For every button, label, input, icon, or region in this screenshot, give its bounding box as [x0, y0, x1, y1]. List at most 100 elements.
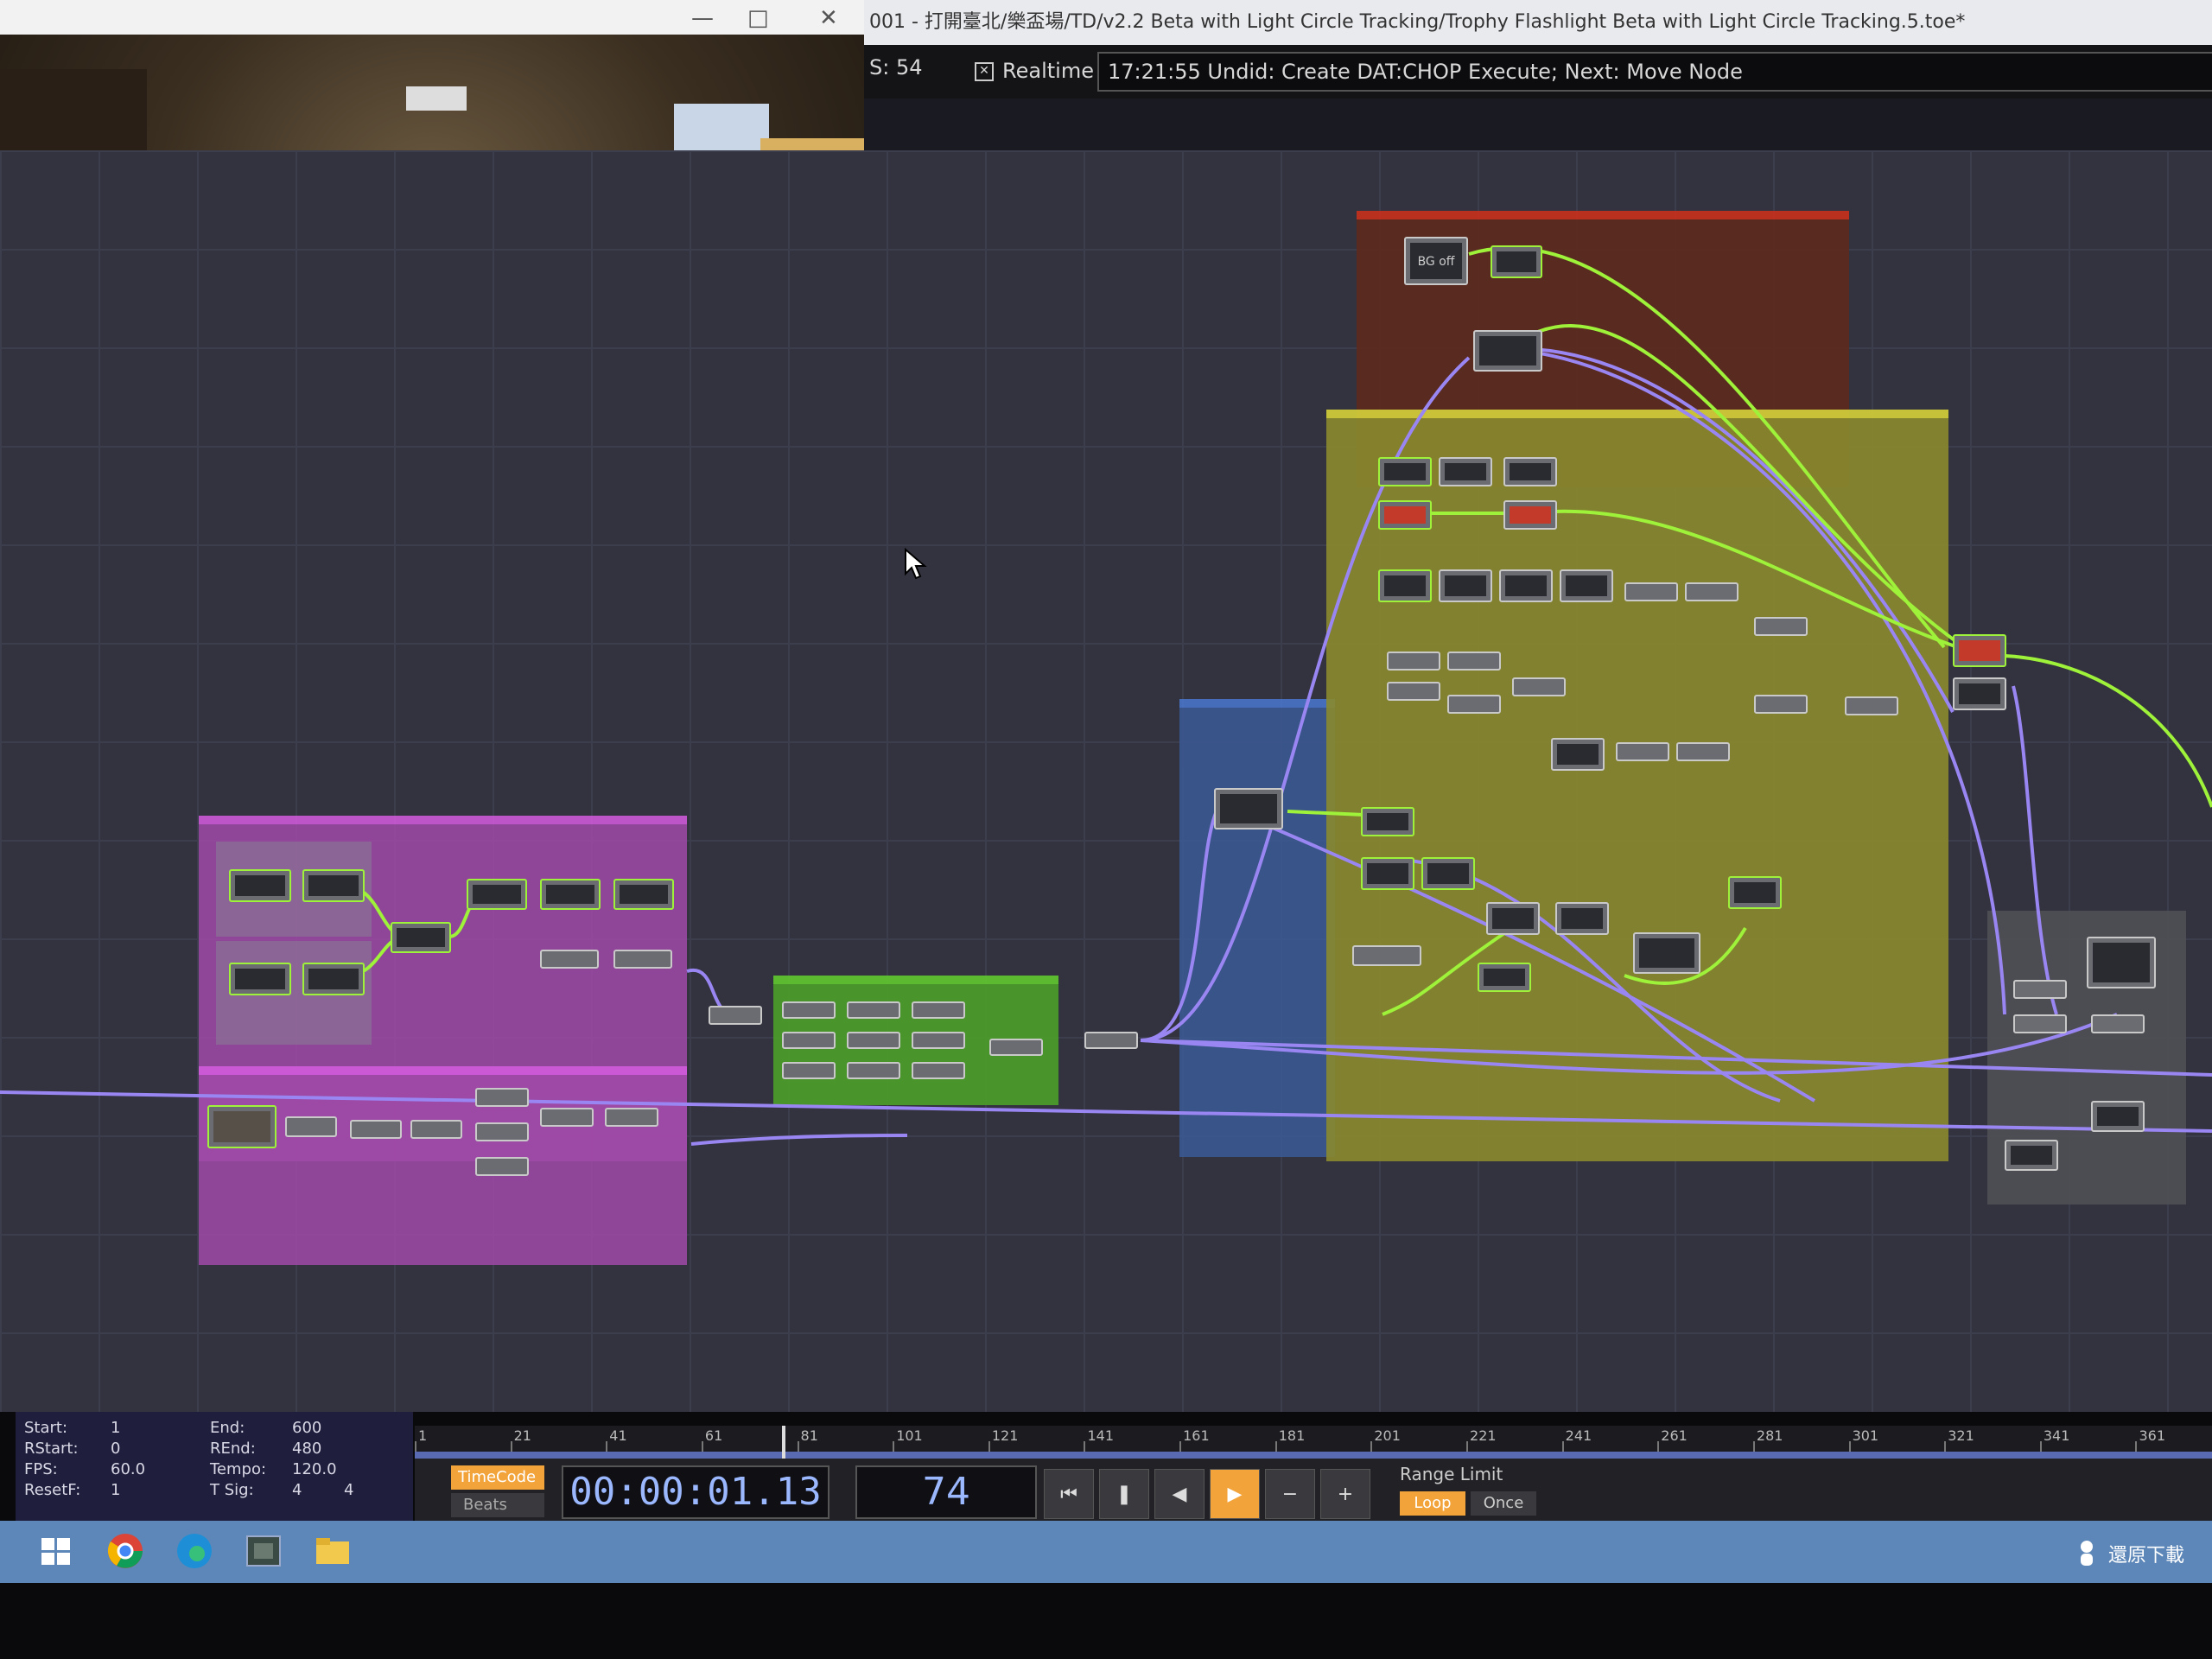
resetf-value[interactable]: 1	[111, 1481, 120, 1499]
operator-node[interactable]	[709, 1006, 762, 1025]
operator-node[interactable]	[1378, 569, 1432, 602]
start-value[interactable]: 1	[111, 1419, 120, 1437]
edge-icon[interactable]	[173, 1529, 216, 1573]
operator-node[interactable]	[1486, 902, 1540, 935]
operator-node[interactable]	[1378, 457, 1432, 486]
operator-node[interactable]	[1503, 500, 1557, 530]
operator-node[interactable]	[475, 1088, 529, 1107]
step-back-button[interactable]: −	[1265, 1469, 1315, 1519]
end-value[interactable]: 600	[292, 1419, 321, 1437]
touchdesigner-icon[interactable]	[242, 1529, 285, 1573]
operator-node[interactable]	[613, 879, 674, 910]
loop-button[interactable]: Loop	[1400, 1491, 1465, 1516]
operator-node[interactable]	[1728, 876, 1782, 909]
chrome-icon[interactable]	[104, 1529, 147, 1573]
operator-node[interactable]	[1447, 695, 1501, 714]
operator-node[interactable]	[912, 1001, 965, 1019]
playhead[interactable]	[782, 1426, 785, 1460]
operator-node[interactable]	[475, 1122, 529, 1141]
operator-node[interactable]	[1439, 457, 1492, 486]
operator-node[interactable]	[1473, 330, 1542, 372]
operator-node[interactable]	[1361, 807, 1414, 836]
operator-node[interactable]	[847, 1062, 900, 1079]
step-forward-button[interactable]: +	[1320, 1469, 1370, 1519]
operator-node[interactable]	[2091, 1101, 2145, 1132]
operator-node[interactable]	[229, 963, 291, 995]
operator-node[interactable]	[302, 963, 365, 995]
rewind-button[interactable]: ⏮	[1044, 1469, 1094, 1519]
operator-node[interactable]	[2013, 1014, 2067, 1033]
operator-node[interactable]	[467, 879, 527, 910]
operator-node[interactable]	[285, 1116, 337, 1137]
operator-node[interactable]	[1560, 569, 1613, 602]
operator-node[interactable]	[2013, 980, 2067, 999]
operator-node[interactable]	[1378, 500, 1432, 530]
operator-node[interactable]	[540, 879, 601, 910]
timecode-mode-button[interactable]: TimeCode	[451, 1465, 544, 1490]
operator-node[interactable]	[1685, 582, 1738, 601]
camera-input-node[interactable]	[207, 1105, 276, 1148]
operator-node[interactable]	[1439, 569, 1492, 602]
person-icon[interactable]	[2074, 1529, 2100, 1573]
operator-node[interactable]	[540, 1108, 594, 1127]
fps-value[interactable]: 60.0	[111, 1460, 145, 1478]
tsig-value-b[interactable]: 4	[344, 1481, 353, 1499]
operator-node[interactable]	[1616, 742, 1669, 761]
rend-value[interactable]: 480	[292, 1440, 321, 1458]
minimize-icon[interactable]: —	[691, 5, 714, 31]
stop-button[interactable]: ❚	[1099, 1469, 1149, 1519]
operator-node[interactable]	[1387, 652, 1440, 671]
rstart-value[interactable]: 0	[111, 1440, 120, 1458]
operator-node[interactable]	[1555, 902, 1609, 935]
operator-node[interactable]	[1499, 569, 1553, 602]
operator-node[interactable]	[912, 1062, 965, 1079]
timecode-display[interactable]: 00:00:01.13	[562, 1465, 830, 1519]
operator-node[interactable]	[229, 869, 291, 902]
maximize-icon[interactable]: □	[747, 5, 769, 31]
beats-mode-button[interactable]: Beats	[451, 1493, 544, 1517]
operator-node[interactable]	[1361, 857, 1414, 890]
operator-node[interactable]	[782, 1032, 836, 1049]
windows-start-icon[interactable]	[35, 1529, 78, 1573]
file-explorer-icon[interactable]	[311, 1529, 354, 1573]
operator-node[interactable]	[1754, 695, 1808, 714]
operator-node[interactable]	[410, 1120, 462, 1139]
operator-node[interactable]	[540, 950, 599, 969]
operator-node[interactable]	[2005, 1140, 2058, 1171]
timeline-ruler[interactable]: 1 21 41 61 81 101 121 141 161 181 201 221 241 261 281 3…	[415, 1426, 2212, 1452]
play-button[interactable]: ▶	[1210, 1469, 1260, 1519]
operator-node[interactable]	[847, 1032, 900, 1049]
realtime-toggle[interactable]: ✕ Realtime	[975, 54, 1108, 88]
operator-node[interactable]	[475, 1157, 529, 1176]
operator-node[interactable]	[847, 1001, 900, 1019]
bg-off-node[interactable]: BG off	[1404, 237, 1468, 285]
operator-node[interactable]	[1478, 963, 1531, 992]
operator-node[interactable]	[2087, 937, 2156, 988]
tray-text[interactable]: 還原下載	[2108, 1540, 2184, 1567]
operator-node[interactable]	[613, 950, 672, 969]
network-editor[interactable]: BG off	[0, 150, 2212, 1412]
frame-display[interactable]: 74	[855, 1465, 1037, 1519]
operator-node[interactable]	[391, 922, 451, 953]
operator-node[interactable]	[1512, 677, 1566, 696]
operator-node[interactable]	[1845, 696, 1898, 715]
operator-node[interactable]	[1084, 1032, 1138, 1049]
timeline-range-bar[interactable]	[415, 1452, 2212, 1459]
tsig-value-a[interactable]: 4	[292, 1481, 302, 1499]
operator-node[interactable]	[1953, 677, 2006, 710]
operator-node[interactable]	[1491, 245, 1542, 278]
operator-node[interactable]	[1421, 857, 1475, 890]
operator-node[interactable]	[912, 1032, 965, 1049]
operator-node[interactable]	[1624, 582, 1678, 601]
tempo-value[interactable]: 120.0	[292, 1460, 337, 1478]
play-reverse-button[interactable]: ◀	[1154, 1469, 1205, 1519]
operator-node[interactable]	[1551, 738, 1605, 771]
once-button[interactable]: Once	[1471, 1491, 1536, 1516]
operator-node[interactable]	[1214, 788, 1283, 830]
operator-node[interactable]	[1953, 634, 2006, 667]
operator-node[interactable]	[1387, 682, 1440, 701]
operator-node[interactable]	[989, 1039, 1043, 1056]
operator-node[interactable]	[1447, 652, 1501, 671]
operator-node[interactable]	[605, 1108, 658, 1127]
operator-node[interactable]	[1352, 945, 1421, 966]
